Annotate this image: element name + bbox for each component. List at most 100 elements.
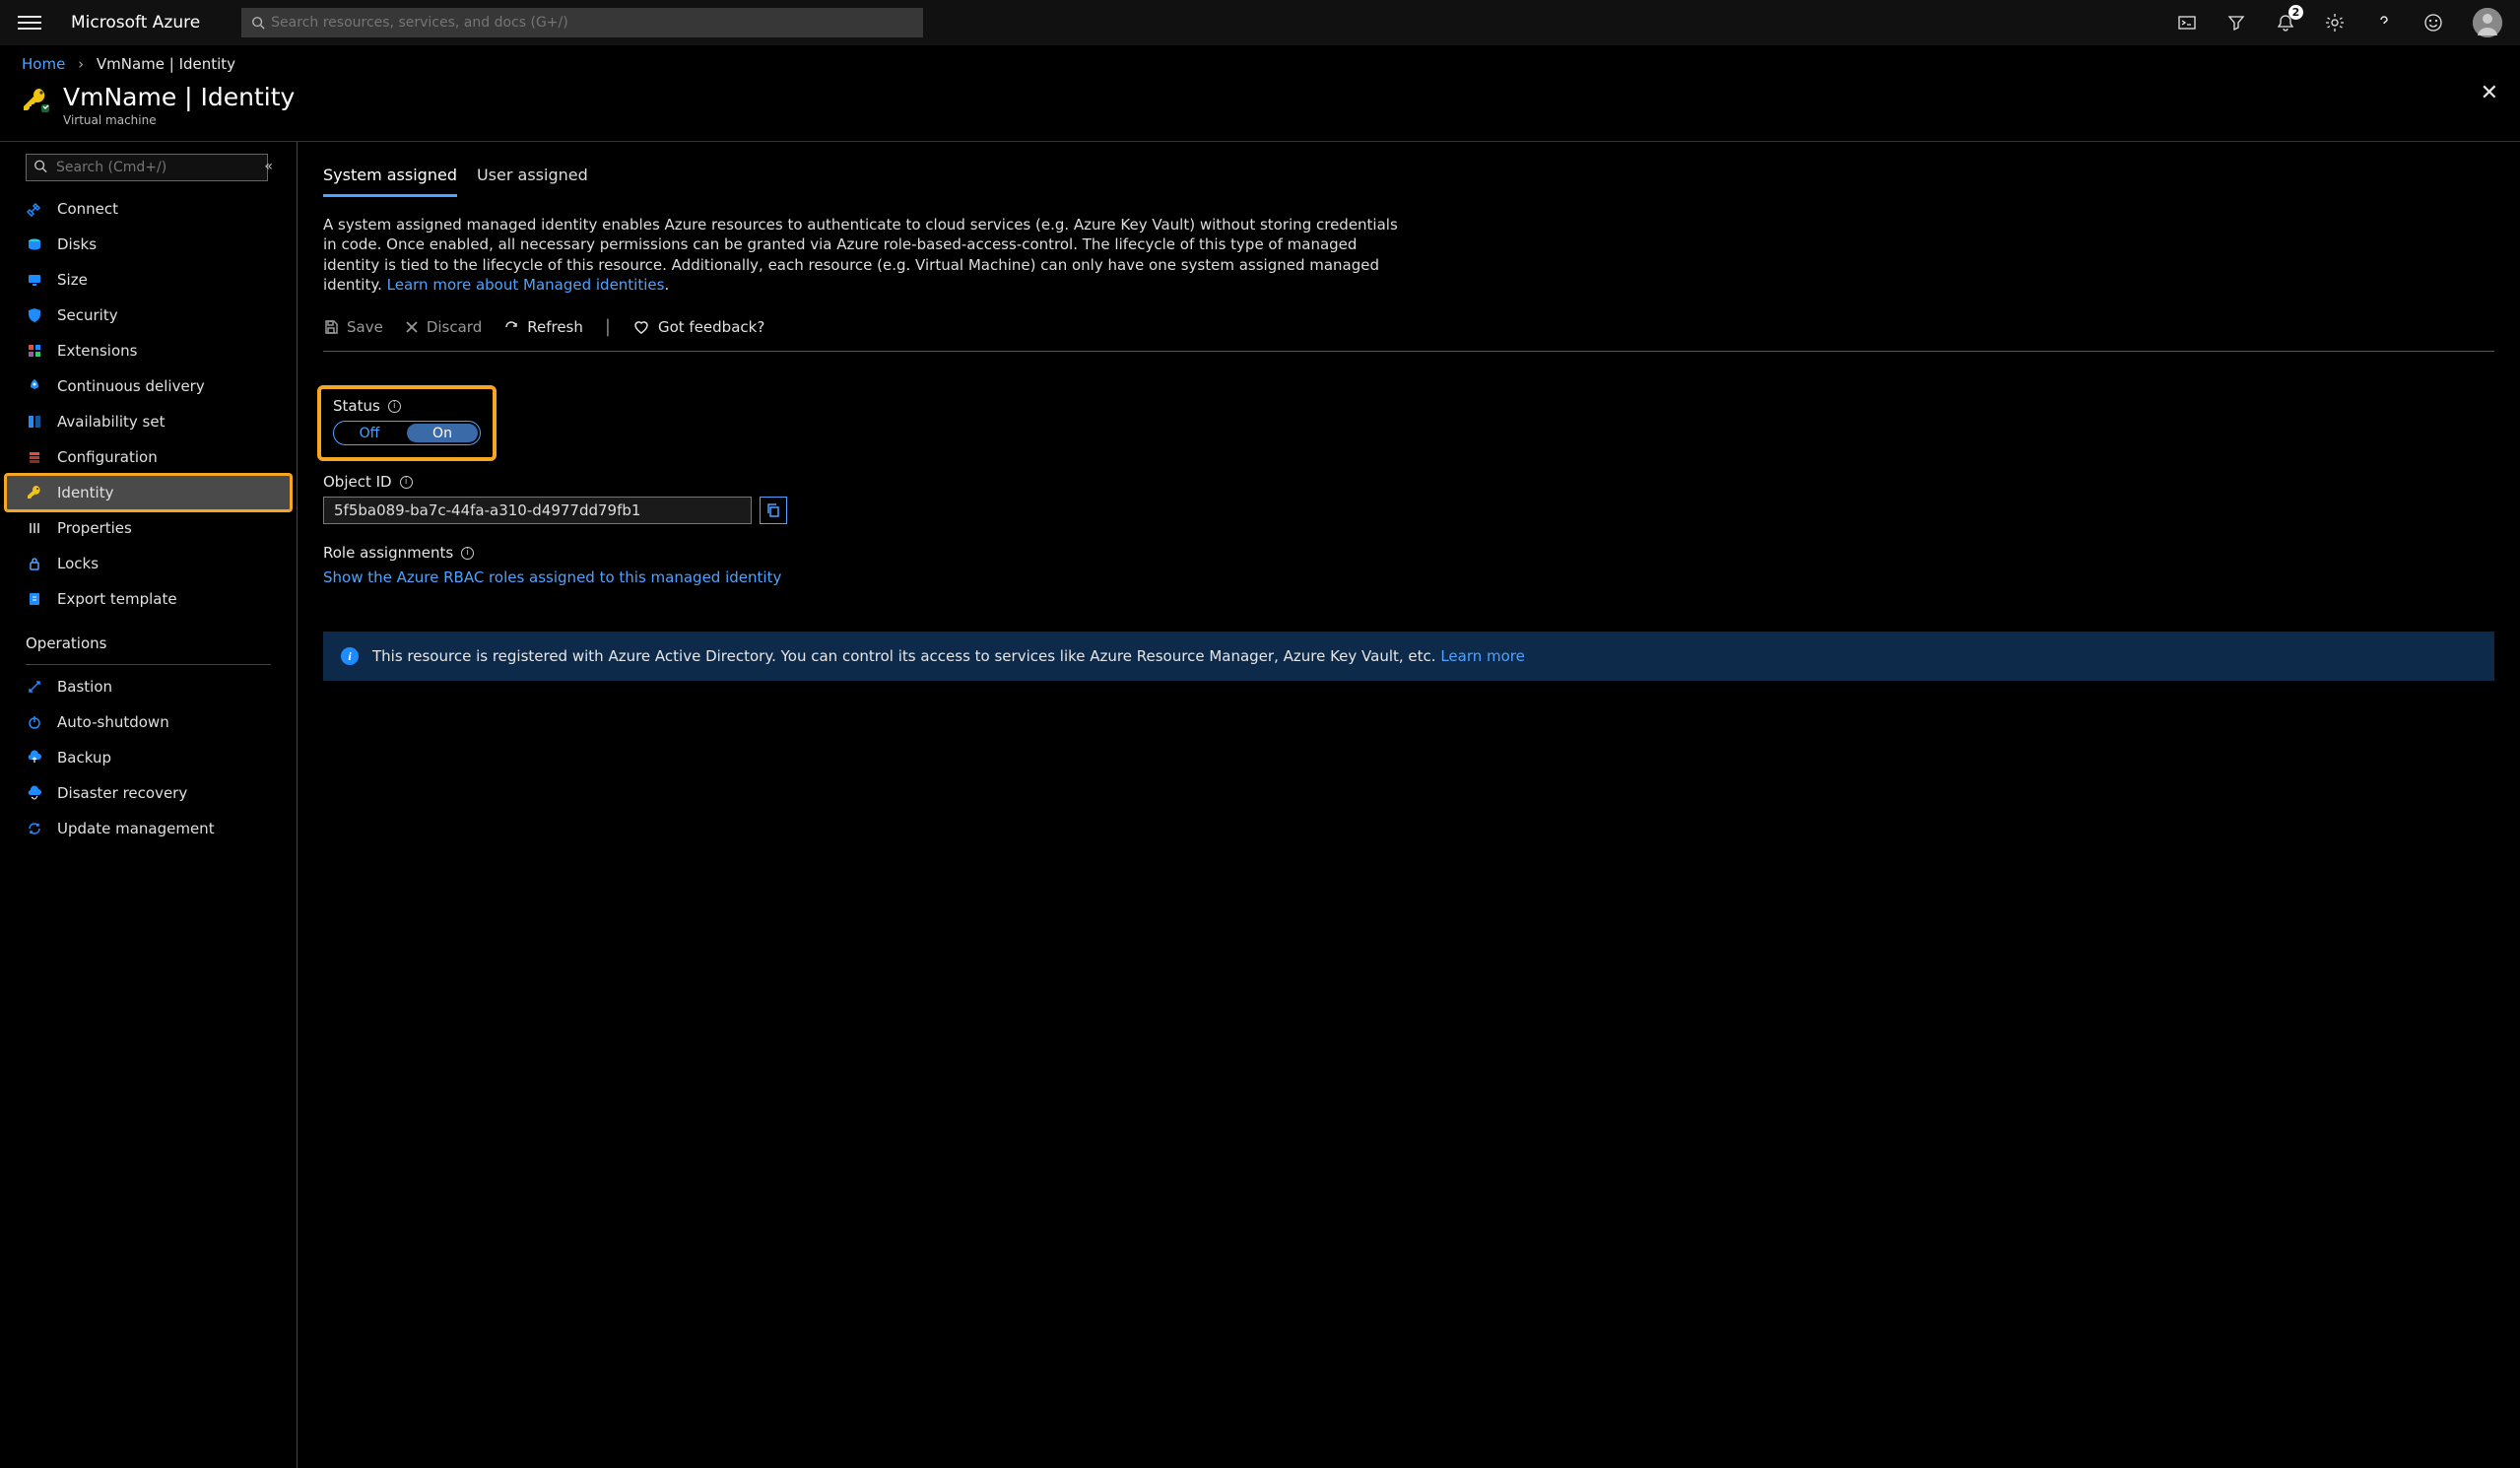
sidebar-item-update-management[interactable]: Update management (6, 811, 291, 846)
bastion-icon (26, 678, 43, 696)
toolbar-separator: | (605, 316, 611, 337)
sidebar-item-locks[interactable]: Locks (6, 546, 291, 581)
copy-button[interactable] (760, 497, 787, 524)
sidebar-item-bastion[interactable]: Bastion (6, 669, 291, 704)
description-text: A system assigned managed identity enabl… (323, 215, 1407, 295)
sidebar-item-label: Disks (57, 235, 97, 253)
sidebar-item-security[interactable]: Security (6, 298, 291, 333)
sidebar-item-extensions[interactable]: Extensions (6, 333, 291, 368)
user-avatar[interactable] (2473, 8, 2502, 37)
toggle-off[interactable]: Off (334, 422, 405, 444)
notifications-icon[interactable]: 2 (2276, 13, 2295, 33)
sidebar-item-size[interactable]: Size (6, 262, 291, 298)
info-icon[interactable]: i (400, 476, 413, 489)
help-icon[interactable] (2374, 13, 2394, 33)
discard-button[interactable]: Discard (405, 318, 482, 336)
show-roles-link[interactable]: Show the Azure RBAC roles assigned to th… (323, 568, 781, 586)
breadcrumb: Home › VmName | Identity (0, 45, 2520, 81)
sidebar-group-operations: Operations (6, 617, 291, 660)
connect-icon (26, 200, 43, 218)
sidebar-item-label: Bastion (57, 678, 112, 696)
sidebar-search-input[interactable] (26, 154, 268, 181)
sidebar-item-label: Continuous delivery (57, 377, 205, 395)
sidebar-item-label: Auto-shutdown (57, 713, 169, 731)
export-icon (26, 590, 43, 608)
feedback-button[interactable]: Got feedback? (632, 318, 764, 336)
feedback-icon[interactable] (2423, 13, 2443, 33)
sidebar-item-availability-set[interactable]: Availability set (6, 404, 291, 439)
tutorial-highlight (4, 473, 293, 512)
info-banner: i This resource is registered with Azure… (323, 632, 2494, 681)
info-icon[interactable]: i (388, 400, 401, 413)
global-search[interactable] (241, 8, 923, 37)
shield-icon (26, 306, 43, 324)
cloud-up-icon (26, 749, 43, 767)
role-assignments-section: Role assignments i Show the Azure RBAC r… (323, 544, 2494, 586)
save-button[interactable]: Save (323, 318, 383, 336)
cloud-shell-icon[interactable] (2177, 13, 2197, 33)
tabs: System assigned User assigned (323, 162, 2494, 197)
key-icon (26, 484, 43, 501)
sidebar-item-connect[interactable]: Connect (6, 191, 291, 227)
status-toggle[interactable]: Off On (333, 421, 481, 445)
role-assignments-label: Role assignments (323, 544, 453, 562)
sidebar-item-label: Export template (57, 590, 177, 608)
main-content: System assigned User assigned A system a… (298, 142, 2520, 1468)
sidebar-item-properties[interactable]: Properties (6, 510, 291, 546)
settings-icon[interactable] (2325, 13, 2345, 33)
filter-icon[interactable] (2226, 13, 2246, 33)
breadcrumb-separator: › (78, 55, 84, 73)
sidebar-item-label: Locks (57, 555, 99, 572)
info-icon[interactable]: i (461, 547, 474, 560)
sidebar-item-label: Connect (57, 200, 118, 218)
refresh-button[interactable]: Refresh (503, 318, 583, 336)
sidebar-item-label: Size (57, 271, 88, 289)
toggle-on[interactable]: On (407, 424, 478, 442)
sidebar-item-identity[interactable]: Identity (6, 475, 291, 510)
global-search-input[interactable] (271, 15, 913, 31)
sidebar-item-configuration[interactable]: Configuration (6, 439, 291, 475)
breadcrumb-current: VmName | Identity (97, 55, 235, 73)
description-period: . (664, 276, 669, 294)
sidebar-item-label: Security (57, 306, 118, 324)
sidebar-item-export-template[interactable]: Export template (6, 581, 291, 617)
refresh-label: Refresh (527, 318, 583, 336)
refresh-icon (503, 319, 519, 335)
lock-icon (26, 555, 43, 572)
feedback-label: Got feedback? (658, 318, 764, 336)
top-right-icons: 2 (2177, 8, 2502, 37)
breadcrumb-home[interactable]: Home (22, 55, 65, 73)
tab-system-assigned[interactable]: System assigned (323, 162, 457, 197)
sidebar-item-disks[interactable]: Disks (6, 227, 291, 262)
sidebar-item-continuous-delivery[interactable]: Continuous delivery (6, 368, 291, 404)
banner-learn-more-link[interactable]: Learn more (1440, 647, 1525, 665)
hamburger-menu[interactable] (18, 16, 41, 30)
key-icon (22, 87, 49, 114)
sidebar-item-disaster-recovery[interactable]: Disaster recovery (6, 775, 291, 811)
toolbar: Save Discard Refresh | Got feedback? (323, 310, 2494, 352)
search-icon (251, 16, 265, 30)
close-button[interactable]: ✕ (2481, 81, 2498, 105)
sidebar: « Connect Disks Size Security Extensions… (0, 142, 298, 1468)
discard-icon (405, 320, 419, 334)
status-section: Status i Off On (323, 391, 491, 455)
size-icon (26, 271, 43, 289)
sidebar-item-label: Availability set (57, 413, 165, 431)
properties-icon (26, 519, 43, 537)
info-icon: i (341, 647, 359, 665)
tab-user-assigned[interactable]: User assigned (477, 162, 588, 197)
status-label: Status (333, 397, 380, 415)
sidebar-item-auto-shutdown[interactable]: Auto-shutdown (6, 704, 291, 740)
collapse-sidebar-icon[interactable]: « (264, 159, 273, 174)
sidebar-item-label: Configuration (57, 448, 158, 466)
object-id-field[interactable] (323, 497, 752, 524)
page-subtitle: Virtual machine (63, 113, 295, 127)
page-title: VmName | Identity (63, 83, 295, 111)
sidebar-item-label: Disaster recovery (57, 784, 187, 802)
brand-label[interactable]: Microsoft Azure (71, 13, 200, 33)
banner-text: This resource is registered with Azure A… (372, 647, 1440, 665)
learn-more-link[interactable]: Learn more about Managed identities (387, 276, 665, 294)
save-label: Save (347, 318, 383, 336)
save-icon (323, 319, 339, 335)
sidebar-item-backup[interactable]: Backup (6, 740, 291, 775)
